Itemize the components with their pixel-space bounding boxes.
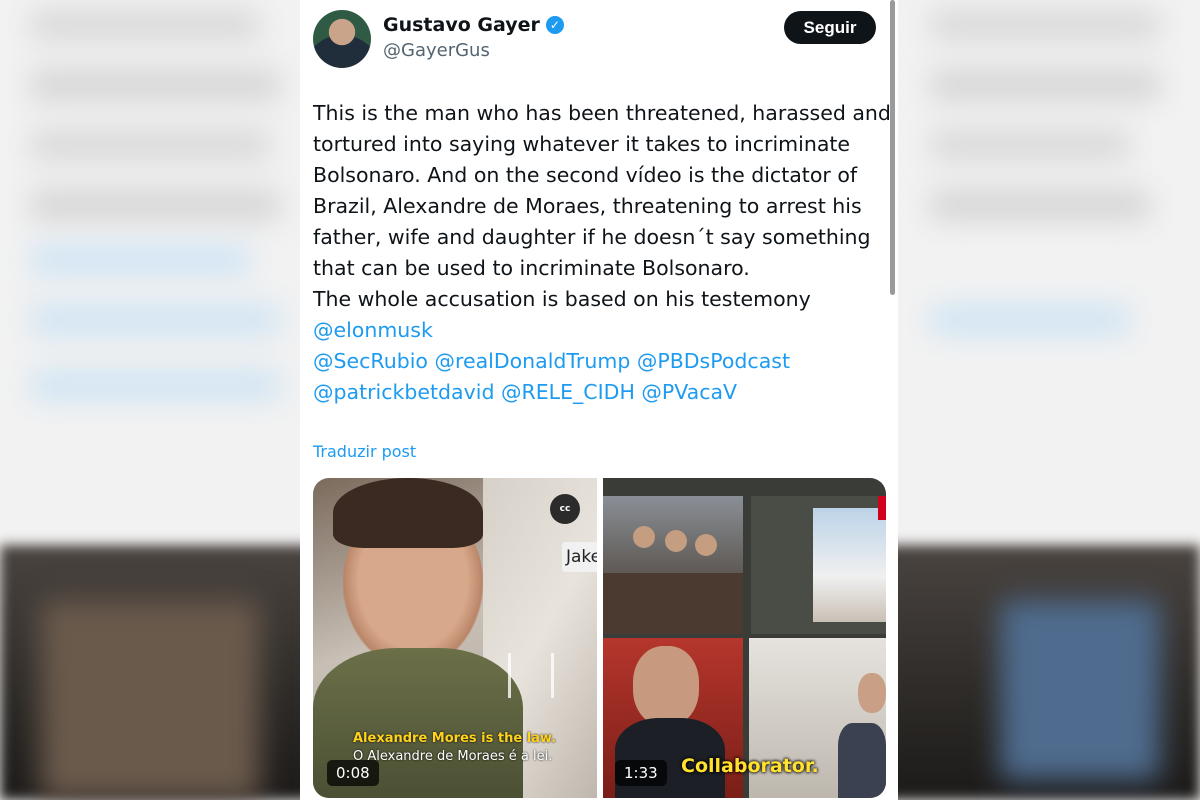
post-card: Gustavo Gayer ✓ @GayerGus Seguir This is… xyxy=(300,0,898,800)
background-blur xyxy=(30,130,270,160)
speaker-face xyxy=(633,646,699,726)
background-blur xyxy=(40,600,260,800)
author-name-text[interactable]: Gustavo Gayer xyxy=(383,14,540,36)
video-duration: 0:08 xyxy=(327,760,379,786)
post-text: This is the man who has been threatened,… xyxy=(313,98,891,408)
building-panel xyxy=(813,508,886,622)
post-text-line: This is the man who has been threatened,… xyxy=(313,101,891,125)
video-thumbnail-2[interactable]: Collaborator. 1:33 xyxy=(603,478,886,798)
background-blur xyxy=(930,10,1160,40)
background-blur xyxy=(30,10,260,40)
background-blur xyxy=(930,305,1130,335)
follow-button[interactable]: Seguir xyxy=(784,11,876,44)
person-face xyxy=(665,530,687,552)
post-text-line: tortured into saying whatever it takes t… xyxy=(313,132,851,156)
background-blur xyxy=(930,70,1160,100)
video-thumbnail-1[interactable]: cc Jake Alexandre Mores is the law. O Al… xyxy=(313,478,597,798)
mention-link[interactable]: @SecRubio @realDonaldTrump @PBDsPodcast xyxy=(313,346,883,377)
lawyer-suit xyxy=(838,723,886,798)
verified-badge-icon: ✓ xyxy=(545,16,564,34)
subtitle-english: Alexandre Mores is the law. xyxy=(353,731,557,746)
post-text-line: Bolsonaro. And on the second vídeo is th… xyxy=(313,163,858,187)
lawyer-face xyxy=(858,673,886,713)
mention-link[interactable]: @elonmusk xyxy=(313,315,883,346)
person-hair xyxy=(333,478,483,548)
overlay-name-tag: Jake xyxy=(562,542,597,572)
background-blur xyxy=(30,70,280,100)
background-blur xyxy=(30,370,280,400)
background-blur xyxy=(1000,600,1160,780)
mention-link[interactable]: @patrickbetdavid @RELE_CIDH @PVacaV xyxy=(313,377,883,408)
audio-wave-icon xyxy=(508,653,554,698)
subtitle-portuguese: O Alexandre de Moraes é a lei. xyxy=(353,749,553,764)
video-caption: Collaborator. xyxy=(681,755,819,777)
courtroom-desk xyxy=(603,573,743,634)
author-handle[interactable]: @GayerGus xyxy=(383,40,490,61)
closed-captions-icon[interactable]: cc xyxy=(550,494,580,524)
post-text-line: Brazil, Alexandre de Moraes, threatening… xyxy=(313,194,862,218)
red-marker xyxy=(878,496,886,520)
scrollbar[interactable] xyxy=(890,0,895,295)
post-text-line: father, wife and daughter if he doesn´t … xyxy=(313,225,871,249)
video-duration: 1:33 xyxy=(615,760,667,786)
post-text-line: The whole accusation is based on his tes… xyxy=(313,287,811,311)
translate-post-link[interactable]: Traduzir post xyxy=(313,442,416,461)
background-blur xyxy=(30,245,250,275)
person-face xyxy=(695,534,717,556)
background-blur xyxy=(30,305,280,335)
background-blur xyxy=(930,130,1130,160)
background-blur xyxy=(30,190,280,220)
post-text-line: that can be used to incriminate Bolsonar… xyxy=(313,256,750,280)
person-face xyxy=(633,526,655,548)
background-blur xyxy=(930,190,1150,220)
author-name[interactable]: Gustavo Gayer ✓ xyxy=(383,14,564,36)
avatar[interactable] xyxy=(313,10,371,68)
